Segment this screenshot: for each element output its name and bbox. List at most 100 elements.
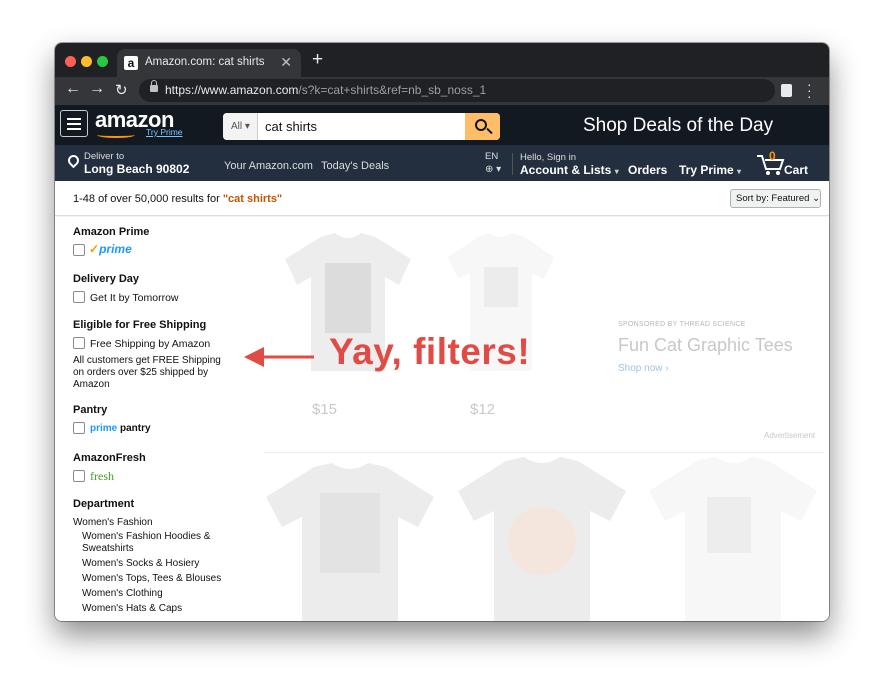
browser-tab[interactable]: a Amazon.com: cat shirts ✕	[117, 49, 301, 77]
chevron-down-icon: ▾	[244, 121, 250, 132]
todays-deals-link[interactable]: Today's Deals	[321, 160, 389, 172]
amazonfresh-heading: AmazonFresh	[73, 452, 146, 464]
url-text[interactable]: https://www.amazon.com/s?k=cat+shirts&re…	[165, 83, 486, 97]
fresh-logo[interactable]: fresh	[90, 469, 114, 484]
annotation-arrow-icon	[244, 347, 314, 367]
department-heading: Department	[73, 498, 135, 510]
free-shipping-label[interactable]: Free Shipping by Amazon	[90, 338, 210, 350]
amazon-smile-icon	[97, 132, 135, 138]
search-icon-handle	[486, 127, 493, 135]
department-item[interactable]: Women's Fashion Hoodies & Sweatshirts	[82, 531, 232, 555]
department-womens-fashion[interactable]: Women's Fashion	[73, 517, 153, 528]
tab-close-icon[interactable]: ✕	[280, 54, 292, 71]
try-prime-menu[interactable]: Try Prime ▾	[679, 163, 741, 177]
nav-divider	[512, 153, 513, 175]
try-prime-nav-label: Try Prime	[679, 163, 734, 177]
url-path: /s?k=cat+shirts&ref=nb_sb_noss_1	[298, 83, 487, 97]
search-category-label: All	[231, 121, 243, 132]
search-icon	[475, 119, 487, 131]
section-divider	[264, 452, 824, 453]
delivery-location[interactable]: Long Beach 90802	[84, 162, 189, 176]
amazon-prime-heading: Amazon Prime	[73, 226, 150, 238]
free-shipping-checkbox[interactable]	[73, 337, 85, 349]
amazon-favicon-icon: a	[124, 56, 138, 70]
account-lists-menu[interactable]: Account & Lists ▾	[520, 163, 619, 177]
annotation-text: Yay, filters!	[329, 331, 531, 372]
sort-value: Featured	[771, 193, 810, 204]
forward-icon[interactable]: →	[89, 80, 105, 98]
clipboard-extension-icon[interactable]	[781, 84, 792, 97]
maximize-window-button[interactable]	[97, 56, 108, 67]
department-item[interactable]: Women's Clothing	[82, 588, 232, 600]
sponsored-label: SPONSORED BY THREAD SCIENCE	[618, 321, 746, 328]
chevron-down-icon: ⌄	[812, 193, 821, 204]
search-bar: All ▾	[223, 113, 500, 140]
close-window-button[interactable]	[65, 56, 76, 67]
check-icon: ✓	[89, 242, 100, 256]
amazon-nav: Deliver to Long Beach 90802 Your Amazon.…	[55, 145, 829, 181]
search-category-dropdown[interactable]: All ▾	[223, 113, 258, 140]
location-pin-icon	[65, 152, 82, 169]
department-item[interactable]: Women's Hats & Caps	[82, 603, 232, 615]
prime-checkbox[interactable]	[73, 244, 85, 256]
browser-toolbar: ← → ↻ https://www.amazon.com/s?k=cat+shi…	[55, 77, 829, 105]
sort-dropdown[interactable]: Sort by: Featured ⌄	[730, 189, 821, 208]
browser-window: a Amazon.com: cat shirts ✕ + ← → ↻ https…	[55, 43, 829, 621]
hello-sign-in[interactable]: Hello, Sign in	[520, 152, 576, 163]
pantry-checkbox[interactable]	[73, 422, 85, 434]
product-shirt-image[interactable]	[456, 457, 628, 621]
tab-title: Amazon.com: cat shirts	[145, 56, 265, 68]
url-domain: https://www.amazon.com	[165, 83, 299, 97]
hamburger-menu-icon[interactable]	[60, 110, 88, 137]
price-2: $12	[470, 401, 496, 418]
chevron-down-icon: ▾	[614, 167, 619, 176]
advertisement-label: Advertisement	[764, 431, 816, 440]
filters-sidebar: Amazon Prime ✓prime Delivery Day Get It …	[55, 217, 244, 621]
results-count: 1-48 of over 50,000 results for	[73, 193, 223, 205]
chevron-down-icon: ▾	[737, 167, 742, 176]
try-prime-link[interactable]: Try Prime	[146, 127, 183, 137]
your-amazon-link[interactable]: Your Amazon.com	[224, 160, 313, 172]
department-item[interactable]: Women's Socks & Hosiery	[82, 558, 232, 570]
search-button[interactable]	[465, 113, 500, 140]
department-item[interactable]: Women's Tops, Tees & Blouses	[82, 573, 232, 585]
results-main: $15 $12 SPONSORED BY THREAD SCIENCE Fun …	[244, 217, 829, 621]
deals-banner[interactable]: Shop Deals of the Day	[583, 115, 773, 137]
results-bar: 1-48 of over 50,000 results for "cat shi…	[55, 181, 829, 216]
cart-label[interactable]: Cart	[784, 163, 808, 177]
deliver-to-label: Deliver to	[84, 151, 125, 162]
cart-count: 0	[769, 149, 776, 163]
fresh-checkbox[interactable]	[73, 470, 85, 482]
shop-now-link[interactable]: Shop now ›	[618, 363, 669, 374]
results-query: "cat shirts"	[222, 193, 283, 205]
results-summary: 1-48 of over 50,000 results for "cat shi…	[73, 193, 282, 205]
new-tab-icon[interactable]: +	[312, 49, 323, 71]
globe-icon[interactable]: ⊕ ▾	[485, 164, 501, 175]
product-shirt-image[interactable]	[264, 463, 436, 621]
prime-pantry-logo[interactable]: prime pantry	[90, 423, 151, 434]
tomorrow-checkbox[interactable]	[73, 291, 85, 303]
reload-icon[interactable]: ↻	[115, 81, 128, 99]
lock-icon	[150, 80, 158, 92]
pantry-word: pantry	[120, 423, 151, 434]
language-label[interactable]: EN	[485, 151, 498, 162]
sponsored-title[interactable]: Fun Cat Graphic Tees	[618, 335, 793, 356]
delivery-day-heading: Delivery Day	[73, 273, 140, 285]
back-icon[interactable]: ←	[65, 80, 81, 98]
account-lists-label: Account & Lists	[520, 163, 612, 177]
orders-link[interactable]: Orders	[628, 163, 667, 177]
price-1: $15	[312, 401, 338, 418]
search-input[interactable]	[259, 113, 465, 140]
tab-bar: a Amazon.com: cat shirts ✕ +	[55, 43, 829, 77]
prime-logo[interactable]: ✓prime	[89, 242, 132, 256]
product-shirt-image[interactable]	[647, 457, 819, 621]
get-it-tomorrow-label[interactable]: Get It by Tomorrow	[90, 292, 179, 304]
address-bar[interactable]: https://www.amazon.com/s?k=cat+shirts&re…	[139, 79, 775, 102]
amazon-header: amazon Try Prime All ▾ Shop Deals of the…	[55, 105, 829, 145]
minimize-window-button[interactable]	[81, 56, 92, 67]
prime-logo-text: prime	[99, 242, 132, 256]
pantry-prime-text: prime	[90, 423, 118, 434]
more-menu-icon[interactable]: · · ·	[807, 77, 813, 103]
pantry-heading: Pantry	[73, 404, 108, 416]
sort-label: Sort by:	[736, 193, 769, 204]
